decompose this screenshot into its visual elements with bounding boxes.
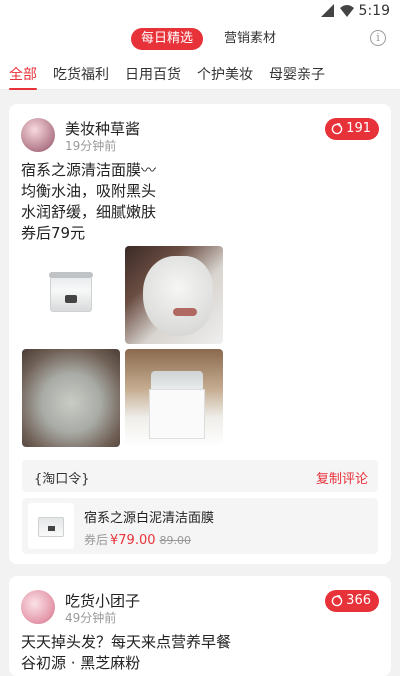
taokou-label: {淘口令} bbox=[34, 472, 90, 487]
product-title: 宿系之源白泥清洁面膜 bbox=[84, 511, 215, 526]
tab-all[interactable]: 全部 bbox=[9, 64, 37, 90]
post-text: 天天掉头发？每天来点营养早餐 谷初源 · 黑芝麻粉 bbox=[21, 632, 341, 674]
tab-daily-picks[interactable]: 每日精选 bbox=[131, 28, 204, 50]
coupon-label: 券后 bbox=[84, 533, 109, 547]
status-time: 5:19 bbox=[358, 3, 390, 19]
post-text-line: 天天掉头发？每天来点营养早餐 bbox=[21, 633, 232, 651]
post-time: 19分钟前 bbox=[65, 139, 117, 153]
avatar[interactable] bbox=[21, 590, 55, 624]
share-count: 191 bbox=[346, 121, 371, 136]
tab-beauty[interactable]: 个护美妆 bbox=[197, 64, 253, 84]
post-username[interactable]: 美妆种草酱 bbox=[65, 118, 140, 139]
product-card[interactable]: 宿系之源白泥清洁面膜 券后 ¥79.00 89.00 bbox=[22, 498, 378, 554]
post-time: 49分钟前 bbox=[65, 611, 117, 625]
tab-marketing-materials[interactable]: 营销素材 bbox=[214, 28, 286, 50]
info-icon[interactable]: i bbox=[370, 30, 386, 46]
post-text-line: 宿系之源清洁面膜〰 bbox=[21, 161, 157, 179]
avatar[interactable] bbox=[21, 118, 55, 152]
status-bar: 5:19 bbox=[0, 0, 400, 24]
post-text-line: 谷初源 · 黑芝麻粉 bbox=[21, 654, 141, 672]
share-count-badge[interactable]: 366 bbox=[325, 590, 379, 612]
share-count-badge[interactable]: 191 bbox=[325, 118, 379, 140]
post-card: 吃货小团子 49分钟前 366 天天掉头发？每天来点营养早餐 谷初源 · 黑芝麻… bbox=[9, 576, 391, 676]
post-image[interactable] bbox=[125, 349, 223, 447]
post-image[interactable] bbox=[22, 246, 120, 344]
product-price: 券后 ¥79.00 89.00 bbox=[84, 531, 191, 548]
share-icon bbox=[331, 123, 343, 135]
post-text-line: 水润舒缓，细腻嫩肤 bbox=[21, 203, 157, 221]
share-count: 366 bbox=[346, 593, 371, 608]
taokou-row: {淘口令} 复制评论 bbox=[22, 460, 378, 492]
top-bar: 每日精选 营销素材 i bbox=[0, 24, 400, 56]
product-thumbnail bbox=[28, 503, 74, 549]
post-username[interactable]: 吃货小团子 bbox=[65, 590, 140, 611]
copy-comment-button[interactable]: 复制评论 bbox=[316, 468, 368, 487]
signal-icon bbox=[321, 4, 334, 17]
post-text: 宿系之源清洁面膜〰 均衡水油，吸附黑头 水润舒缓，细腻嫩肤 券后79元 bbox=[21, 160, 221, 244]
current-price: ¥79.00 bbox=[110, 533, 156, 548]
category-tabs: 全部 吃货福利 日用百货 个护美妆 母婴亲子 bbox=[0, 56, 400, 90]
tab-baby[interactable]: 母婴亲子 bbox=[269, 64, 325, 84]
post-image[interactable] bbox=[22, 349, 120, 447]
post-image[interactable] bbox=[125, 246, 223, 344]
wifi-icon bbox=[340, 5, 354, 17]
tab-food[interactable]: 吃货福利 bbox=[53, 64, 109, 84]
post-card: 美妆种草酱 19分钟前 191 宿系之源清洁面膜〰 均衡水油，吸附黑头 水润舒缓… bbox=[9, 104, 391, 564]
original-price: 89.00 bbox=[159, 534, 192, 547]
post-text-line: 券后79元 bbox=[21, 224, 86, 242]
tab-daily-goods[interactable]: 日用百货 bbox=[125, 64, 181, 84]
share-icon bbox=[331, 595, 343, 607]
post-text-line: 均衡水油，吸附黑头 bbox=[21, 182, 157, 200]
